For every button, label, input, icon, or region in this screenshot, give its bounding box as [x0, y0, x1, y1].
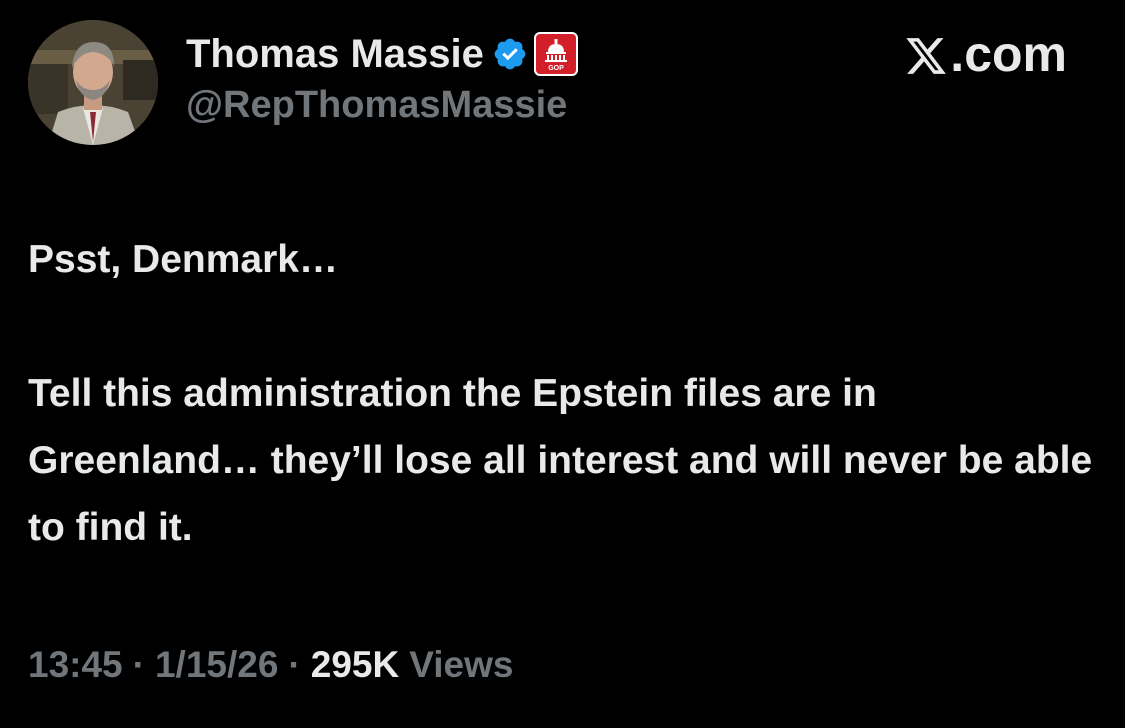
views-count[interactable]: 295K [311, 644, 399, 686]
tweet-paragraph: Psst, Denmark… [28, 238, 338, 281]
tweet-meta: 13:45 · 1/15/26 · 295K Views [28, 644, 513, 686]
tweet-paragraph: Tell this administration the Epstein fil… [28, 372, 1093, 549]
author-display-name[interactable]: Thomas Massie [186, 32, 484, 77]
tweet-date[interactable]: 1/15/26 [155, 644, 278, 686]
views-label: Views [409, 644, 514, 685]
avatar[interactable] [28, 20, 158, 145]
meta-separator: · [132, 644, 145, 685]
author-handle[interactable]: @RepThomasMassie [186, 84, 567, 127]
x-logo-icon [904, 32, 948, 76]
tweet-text: Psst, Denmark… Tell this administration … [28, 226, 1108, 561]
brand-label: .com [950, 26, 1067, 82]
tweet-time[interactable]: 13:45 [28, 644, 123, 686]
meta-separator: · [288, 644, 301, 685]
avatar-photo [28, 20, 158, 145]
brand-watermark: .com [904, 24, 1067, 84]
capitol-badge-icon[interactable]: GOP [533, 32, 578, 76]
verified-badge-icon[interactable] [492, 36, 528, 72]
affiliation-text: GOP [548, 65, 564, 72]
author-name-row: Thomas Massie GOP [186, 28, 578, 80]
tweet-card: Thomas Massie GOP @RepThomasMassie .com … [0, 0, 1125, 728]
